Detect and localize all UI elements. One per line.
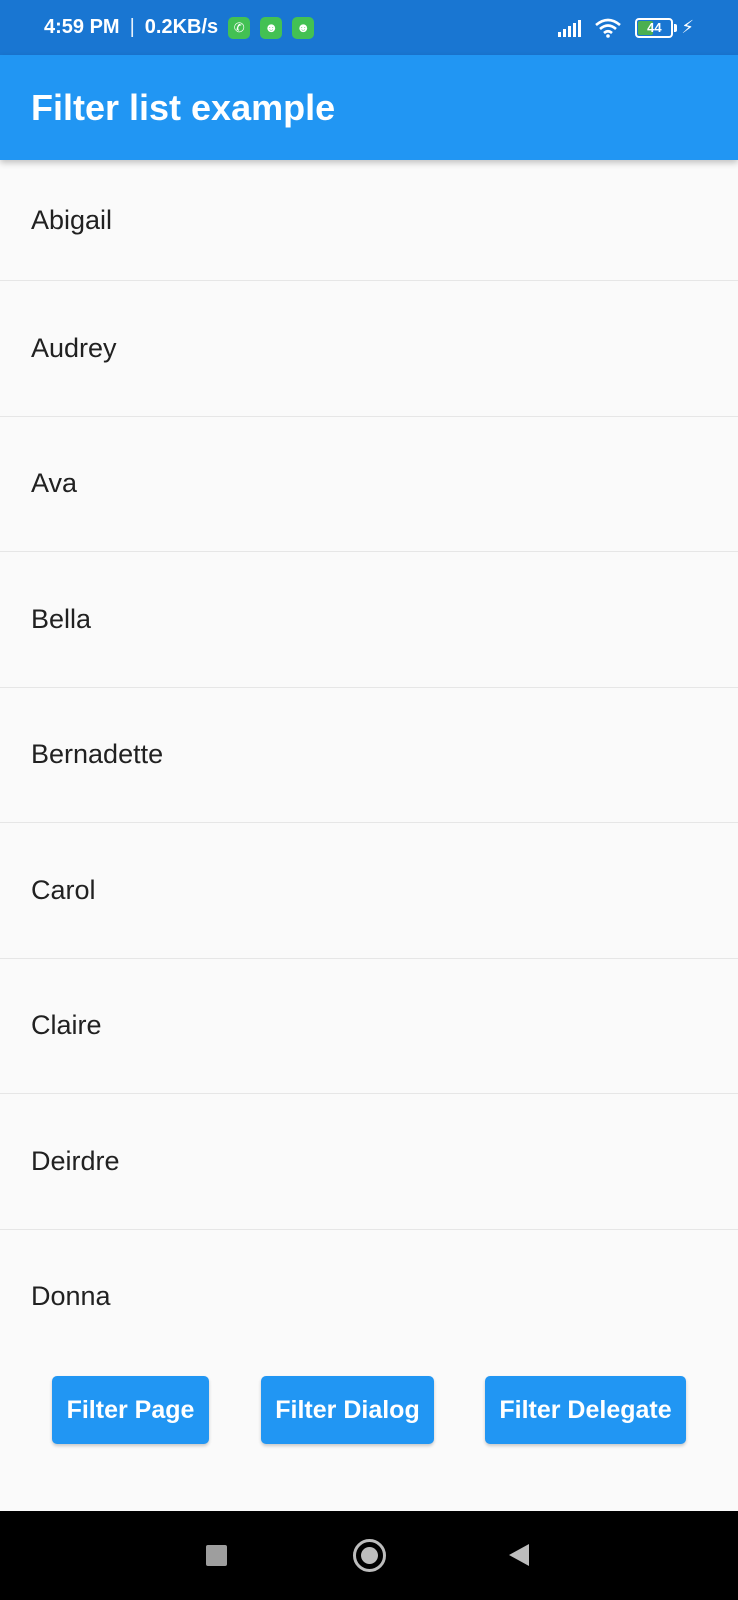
status-right: 44 ⚡ — [558, 17, 694, 38]
list-item[interactable]: Carol — [0, 823, 738, 959]
home-icon[interactable] — [353, 1539, 386, 1572]
navigation-bar — [0, 1511, 738, 1600]
status-separator: | — [129, 16, 135, 38]
list-item[interactable]: Claire — [0, 959, 738, 1094]
wifi-icon — [595, 18, 622, 38]
filter-dialog-button[interactable]: Filter Dialog — [261, 1376, 434, 1444]
list-item[interactable]: Ava — [0, 417, 738, 552]
battery-icon: 44 ⚡ — [635, 17, 694, 38]
filter-page-button[interactable]: Filter Page — [52, 1376, 209, 1444]
status-network-speed: 0.2KB/s — [144, 16, 219, 38]
filter-delegate-button[interactable]: Filter Delegate — [485, 1376, 686, 1444]
whatsapp-icon: ✆ — [228, 16, 251, 39]
charging-icon: ⚡ — [681, 17, 694, 37]
back-icon[interactable] — [509, 1544, 529, 1566]
status-time: 4:59 PM — [44, 16, 120, 38]
android-icon: ☻ — [260, 16, 283, 39]
recents-icon[interactable] — [206, 1545, 227, 1566]
list-item[interactable]: Audrey — [0, 281, 738, 417]
signal-icon — [558, 19, 582, 37]
name-list[interactable]: Abigail Audrey Ava Bella Bernadette Caro… — [0, 160, 738, 1363]
page-title: Filter list example — [31, 86, 336, 128]
list-item[interactable]: Abigail — [0, 160, 738, 281]
status-left: 4:59 PM | 0.2KB/s ✆ ☻ ☻ — [44, 16, 315, 39]
android-icon: ☻ — [292, 16, 315, 39]
list-item[interactable]: Donna — [0, 1230, 738, 1364]
status-bar: 4:59 PM | 0.2KB/s ✆ ☻ ☻ 44 ⚡ — [0, 0, 738, 55]
list-item[interactable]: Bernadette — [0, 688, 738, 823]
app-bar: Filter list example — [0, 55, 738, 160]
button-bar: Filter Page Filter Dialog Filter Delegat… — [0, 1364, 738, 1511]
list-item[interactable]: Bella — [0, 552, 738, 688]
battery-level: 44 — [647, 20, 662, 35]
list-item[interactable]: Deirdre — [0, 1094, 738, 1230]
